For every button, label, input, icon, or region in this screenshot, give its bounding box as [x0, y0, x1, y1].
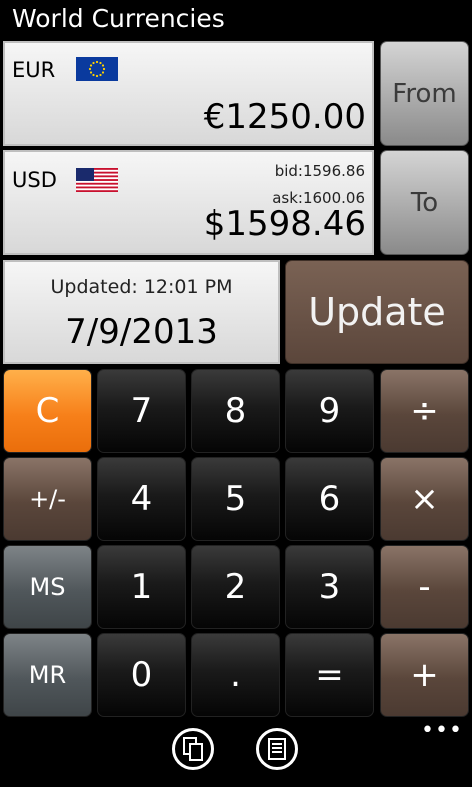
memory-recall-key[interactable]: MR: [3, 633, 92, 717]
plus-key[interactable]: +: [380, 633, 469, 717]
updated-date: 7/9/2013: [65, 312, 218, 352]
key-9[interactable]: 9: [285, 369, 374, 453]
equals-key[interactable]: =: [285, 633, 374, 717]
from-button[interactable]: From: [380, 41, 469, 146]
to-currency-panel[interactable]: USD bid:1596.86 ask:1600.06 $1598.46: [3, 150, 374, 255]
from-currency-panel[interactable]: EUR €1250.00: [3, 41, 374, 146]
key-0[interactable]: 0: [97, 633, 186, 717]
to-currency-code: USD: [12, 168, 57, 192]
us-flag-icon: [76, 168, 118, 192]
key-6[interactable]: 6: [285, 457, 374, 541]
plus-minus-key[interactable]: +/-: [3, 457, 92, 541]
clear-key[interactable]: C: [3, 369, 92, 453]
key-3[interactable]: 3: [285, 545, 374, 629]
key-8[interactable]: 8: [191, 369, 280, 453]
key-4[interactable]: 4: [97, 457, 186, 541]
key-7[interactable]: 7: [97, 369, 186, 453]
key-1[interactable]: 1: [97, 545, 186, 629]
bid-rate: bid:1596.86: [274, 162, 365, 180]
document-icon[interactable]: [256, 728, 298, 770]
updated-time-label: Updated: 12:01 PM: [50, 276, 233, 298]
app-title: World Currencies: [12, 4, 225, 33]
from-currency-code: EUR: [12, 58, 56, 82]
key-2[interactable]: 2: [191, 545, 280, 629]
memory-store-key[interactable]: MS: [3, 545, 92, 629]
copy-glyph-icon: [183, 737, 203, 761]
document-glyph-icon: [268, 738, 286, 760]
copy-icon[interactable]: [172, 728, 214, 770]
decimal-key[interactable]: .: [191, 633, 280, 717]
multiply-key[interactable]: ×: [380, 457, 469, 541]
to-amount: $1598.46: [203, 204, 366, 244]
divide-key[interactable]: ÷: [380, 369, 469, 453]
more-options-button[interactable]: •••: [421, 718, 463, 743]
updated-panel: Updated: 12:01 PM 7/9/2013: [3, 260, 280, 364]
from-amount: €1250.00: [203, 97, 366, 137]
minus-key[interactable]: -: [380, 545, 469, 629]
update-button[interactable]: Update: [285, 260, 469, 364]
eu-flag-icon: [76, 57, 118, 81]
to-button[interactable]: To: [380, 150, 469, 255]
key-5[interactable]: 5: [191, 457, 280, 541]
